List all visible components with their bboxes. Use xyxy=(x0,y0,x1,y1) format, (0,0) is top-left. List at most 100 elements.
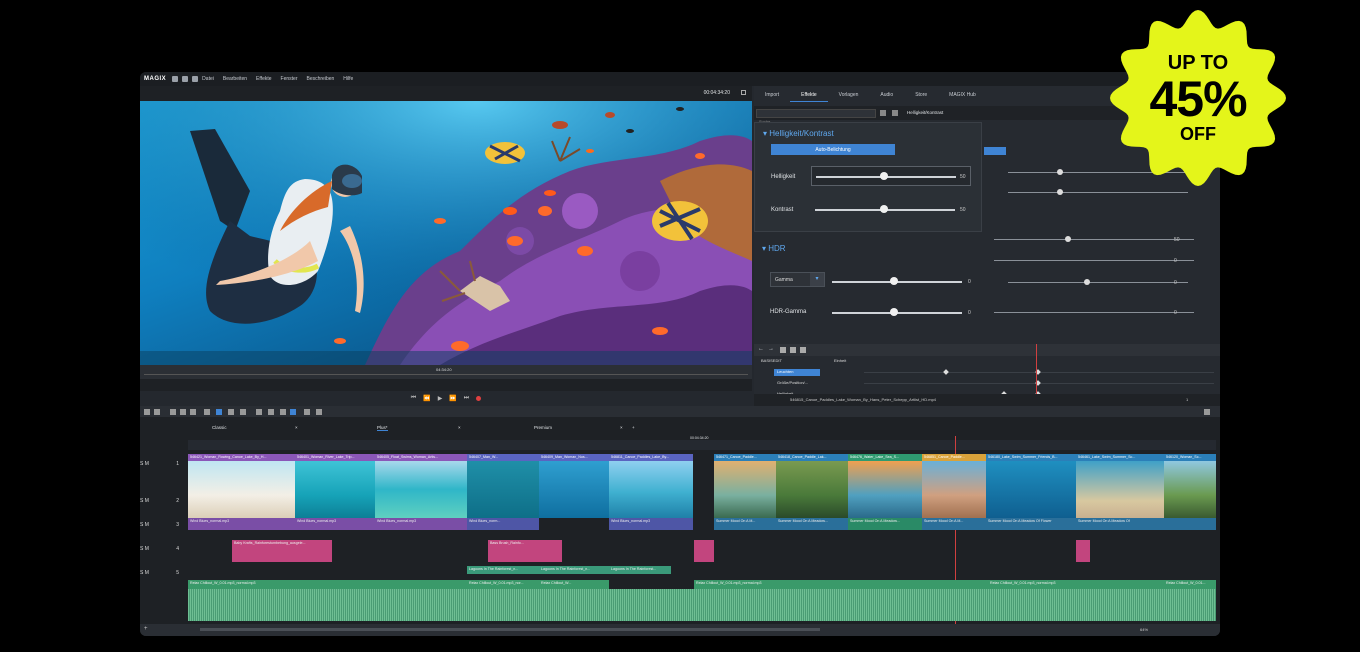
hdr-gamma-value[interactable]: 0 xyxy=(968,310,971,316)
audio-clip[interactable]: Wind Blues_normal.mp3 xyxy=(375,518,467,530)
arrow-left-icon[interactable]: ← xyxy=(758,346,764,352)
jump-start-icon[interactable]: ⏮ xyxy=(411,395,416,402)
settings-icon[interactable] xyxy=(892,110,898,116)
menu-bearbeiten[interactable]: Bearbeiten xyxy=(223,76,247,82)
close-icon[interactable]: × xyxy=(458,425,461,430)
add-track-icon[interactable]: + xyxy=(144,626,148,632)
brightness-value[interactable]: 50 xyxy=(960,174,966,180)
link-icon[interactable] xyxy=(228,409,234,415)
video-frame[interactable] xyxy=(140,101,752,365)
new-file-icon[interactable] xyxy=(172,76,179,82)
video-clip[interactable]: 546421_Woman_Rowing_Canoe_Lake_By_H... xyxy=(188,454,295,518)
audio-clip[interactable]: Summer Mood On A M... xyxy=(714,518,776,530)
redo-icon[interactable] xyxy=(154,409,160,415)
video-clip[interactable]: 546401_Woman_River_Lake_Trip... xyxy=(295,454,375,518)
contrast-value[interactable]: 50 xyxy=(960,207,966,213)
close-icon[interactable]: × xyxy=(620,425,623,430)
mouse-mode-icon[interactable] xyxy=(256,409,262,415)
track-1-controls[interactable]: S M 1 xyxy=(140,461,188,467)
zoom-level[interactable]: 64% xyxy=(1140,627,1148,632)
brightness-slider-box[interactable]: 50 xyxy=(811,166,971,186)
magnet-icon[interactable] xyxy=(216,409,222,415)
ambient-clip[interactable]: Lagoons In The Rainforest_n... xyxy=(467,566,539,574)
auto-exposure-button[interactable]: Auto-Belichtung xyxy=(771,144,895,155)
music-clip[interactable]: Relax Chillout_W... xyxy=(539,580,609,589)
menu-hilfe[interactable]: Hilfe xyxy=(343,76,353,82)
gamma-value[interactable]: 0 xyxy=(968,279,971,285)
play-icon[interactable]: ▶ xyxy=(438,395,443,402)
audio-clip[interactable]: Wind Blues_normal.mp3 xyxy=(188,518,295,530)
close-icon[interactable]: × xyxy=(295,425,298,430)
tab-import[interactable]: Import xyxy=(754,90,790,102)
audio-clip[interactable]: Summer Mood On A M... xyxy=(922,518,986,530)
video-clip[interactable]: 546405_Float_Swims_Woman_Artis... xyxy=(375,454,467,518)
audio-clip[interactable]: Wind Blues_norm... xyxy=(467,518,539,530)
menu-fenster[interactable]: Fenster xyxy=(281,76,298,82)
menu-effekte[interactable]: Effekte xyxy=(256,76,271,82)
stretch-icon[interactable] xyxy=(304,409,310,415)
multicam-icon[interactable] xyxy=(316,409,322,415)
audio-clip[interactable]: Wind Blues_normal.mp3 xyxy=(609,518,693,530)
video-clip[interactable]: 546471_Canoe_Paddle... xyxy=(714,454,776,518)
menu-beschreiben[interactable]: Beschreiben xyxy=(306,76,334,82)
video-clip[interactable]: 546811_Canoe_Paddles_Lake_By... xyxy=(609,454,693,518)
audio-clip[interactable]: Summer Mood On A Meadow Of Flower xyxy=(986,518,1076,530)
add-tab-icon[interactable]: + xyxy=(632,425,635,430)
video-clip[interactable]: 546120_Woman_Sc... xyxy=(1164,454,1216,518)
audio-clip[interactable]: Summer Mood On A Meadow... xyxy=(848,518,922,530)
sound-effect-clip[interactable] xyxy=(694,540,714,562)
fullscreen-icon[interactable] xyxy=(741,90,746,95)
preview-scrubber[interactable]: 04:34:20 xyxy=(140,365,752,379)
music-clip[interactable]: Relax Chillout_W_0.01... xyxy=(1164,580,1216,589)
delete-keyframe-icon[interactable] xyxy=(800,347,806,353)
next-marker-icon[interactable]: ⏩ xyxy=(449,395,456,402)
section-hdr[interactable]: HDR xyxy=(762,244,785,253)
audio-clip[interactable]: Summer Mood On A Meadow... xyxy=(776,518,848,530)
contrast-slider-knob[interactable] xyxy=(880,205,888,213)
gamma-slider-knob[interactable] xyxy=(890,277,898,285)
tab-audio[interactable]: Audio xyxy=(869,90,904,102)
video-clip[interactable]: 546418_Canoe_Paddle_Lak... xyxy=(776,454,848,518)
save-icon[interactable] xyxy=(192,76,199,82)
audio-clip[interactable]: Wind Blues_normal.mp3 xyxy=(295,518,375,530)
chevron-down-icon[interactable]: ▾ xyxy=(810,273,824,286)
time-ruler[interactable] xyxy=(188,440,1216,450)
grid-view-icon[interactable] xyxy=(880,110,886,116)
gamma-dropdown[interactable]: Gamma ▾ xyxy=(770,272,825,287)
keyframe-playhead[interactable] xyxy=(1036,344,1037,394)
video-clip[interactable]: 546180_Lake_Swim_Summer_Friends_B... xyxy=(986,454,1076,518)
ambient-clip[interactable]: Lagoons In The Rainforest... xyxy=(609,566,671,574)
sound-effect-clip[interactable] xyxy=(1076,540,1090,562)
tab-premium[interactable]: Premium xyxy=(534,425,552,430)
music-clip[interactable]: Relax Chillout_W_0.01.mp3_normal.mp3 xyxy=(694,580,988,589)
range-icon[interactable] xyxy=(280,409,286,415)
video-clip[interactable]: 546407_Man_W... xyxy=(467,454,539,518)
menu-datei[interactable]: Datei xyxy=(202,76,214,82)
copy-keyframe-icon[interactable] xyxy=(790,347,796,353)
music-clip[interactable]: Relax Chillout_W_0.01.mp3_nor... xyxy=(467,580,539,589)
tab-magix-hub[interactable]: MAGIX Hub xyxy=(938,90,987,102)
open-folder-icon[interactable] xyxy=(182,76,189,82)
tab-templates[interactable]: Vorlagen xyxy=(828,90,870,102)
unlink-icon[interactable] xyxy=(240,409,246,415)
sound-effect-clip[interactable]: Bass Brush_Rainfo... xyxy=(488,540,562,562)
undo-icon[interactable] xyxy=(144,409,150,415)
music-clip[interactable]: Relax Chillout_W_0.01.mp3_normal.mp3 xyxy=(988,580,1164,589)
ambient-clip[interactable]: Lagoons In The Rainforest_n... xyxy=(539,566,609,574)
music-waveform[interactable] xyxy=(188,589,1216,621)
sound-effect-clip[interactable]: Baby Krafts_Rainforestumbebung_ausgele..… xyxy=(232,540,332,562)
effects-search-input[interactable]: Suche xyxy=(756,109,876,124)
ripple-icon[interactable] xyxy=(290,409,296,415)
audio-clip[interactable]: Summer Mood On A Meadow Of xyxy=(1076,518,1216,530)
brightness-slider-knob[interactable] xyxy=(880,172,888,180)
video-clip[interactable]: 546409_Man_Woman_Nus... xyxy=(539,454,609,518)
video-clip[interactable]: 546476_Water_Lake_Sea_S... xyxy=(848,454,922,518)
panel-toggle-icon[interactable] xyxy=(1204,409,1210,415)
tab-store[interactable]: Store xyxy=(904,90,938,102)
marker-icon[interactable] xyxy=(190,409,196,415)
tab-plus[interactable]: Plus* xyxy=(377,425,388,431)
music-clip[interactable]: Relax Chillout_W_0.01.mp3_normal.mp3 xyxy=(188,580,467,589)
jump-end-icon[interactable]: ⏭ xyxy=(464,395,469,402)
tab-effects[interactable]: Effekte xyxy=(790,90,828,102)
track-2-controls[interactable]: S M 2 xyxy=(140,498,188,504)
